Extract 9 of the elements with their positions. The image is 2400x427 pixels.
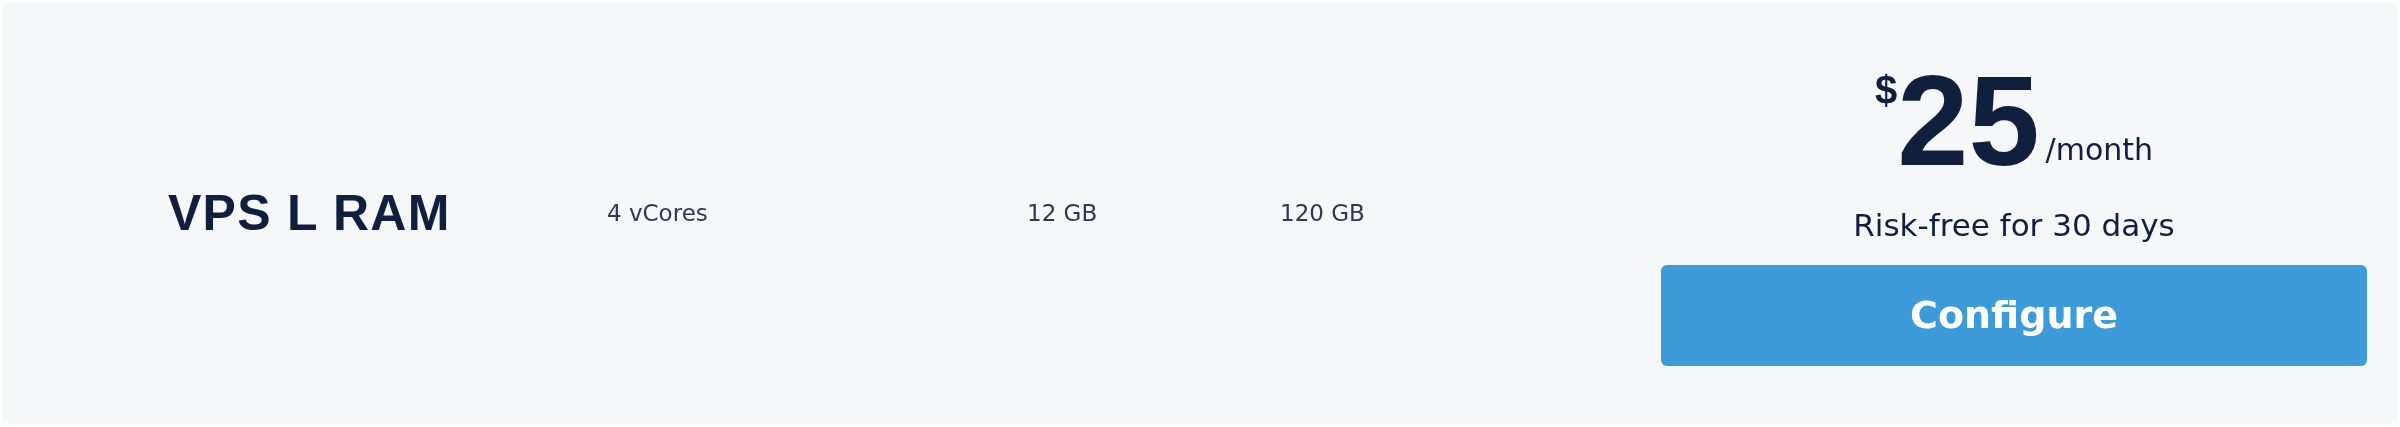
price-amount: 25 xyxy=(1897,66,2040,177)
currency-symbol: $ xyxy=(1874,70,1898,111)
spec-value: 120 GB xyxy=(1280,199,1365,226)
spec-value: 4 vCores xyxy=(607,199,708,226)
risk-free-note: Risk-free for 30 days xyxy=(1853,206,2175,246)
price-period: /month xyxy=(2045,131,2154,170)
plan-name: VPS L RAM xyxy=(168,184,451,241)
configure-button[interactable]: Configure xyxy=(1661,264,2367,366)
spec-value: 12 GB xyxy=(1027,199,1098,226)
